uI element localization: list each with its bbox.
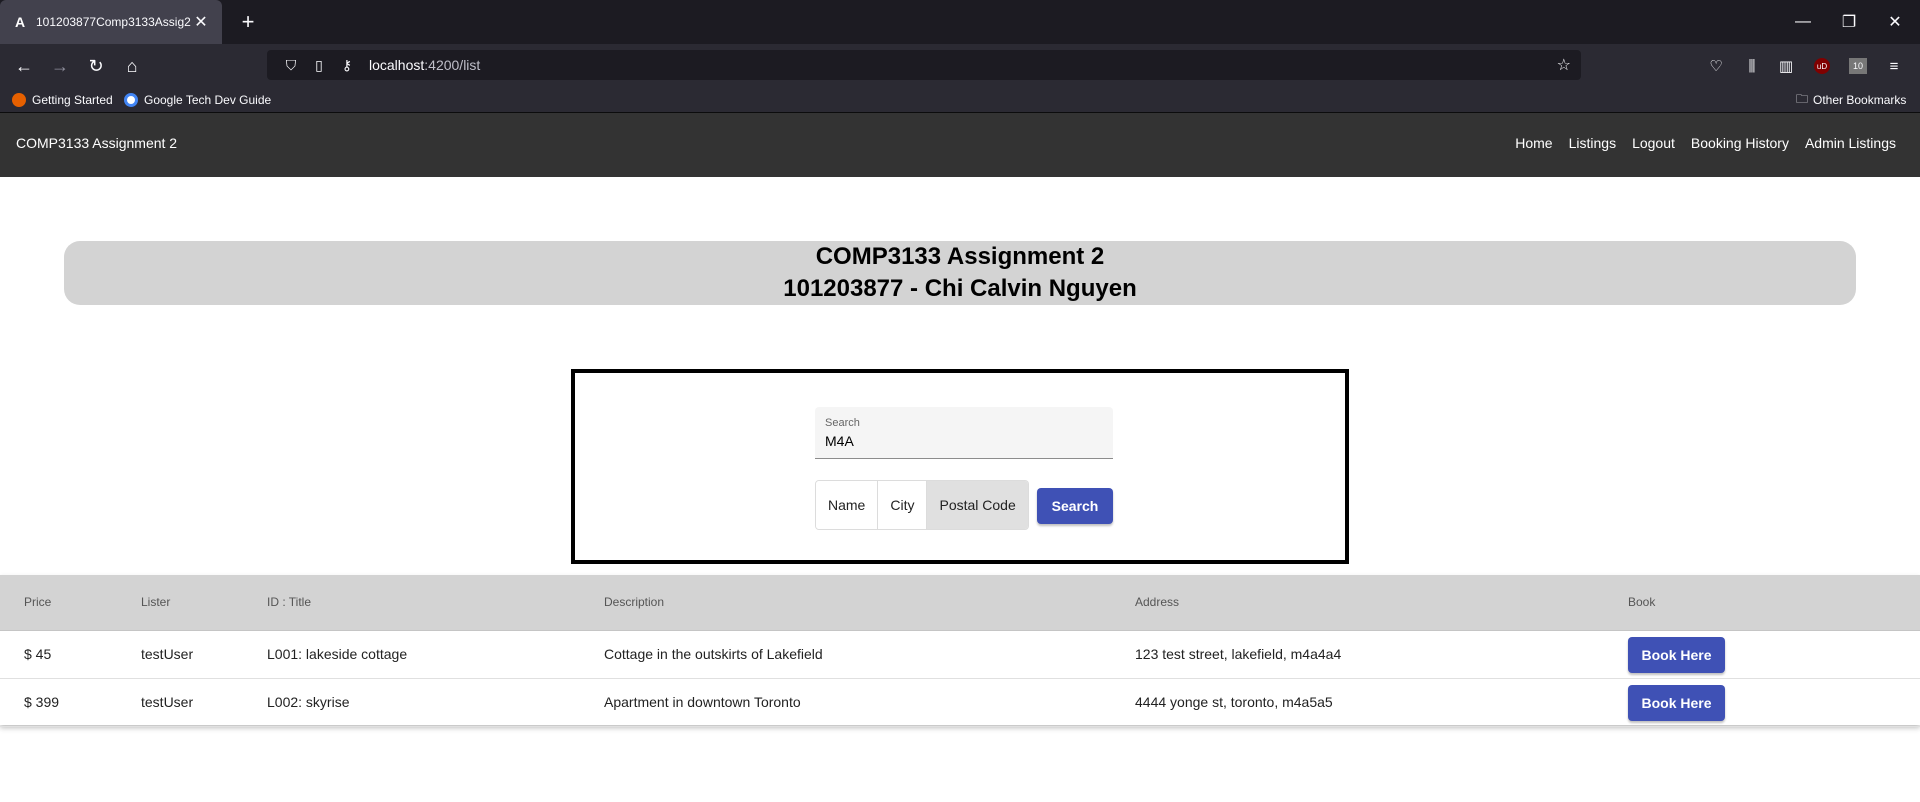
other-bookmarks[interactable]: 🗀 Other Bookmarks (1796, 91, 1906, 109)
toggle-name[interactable]: Name (816, 481, 879, 529)
cell-description: Apartment in downtown Toronto (604, 694, 801, 710)
nav-link-listings[interactable]: Listings (1569, 135, 1616, 151)
table-header: Price Lister ID : Title Description Addr… (0, 575, 1920, 631)
google-icon (124, 93, 138, 107)
brand-title[interactable]: COMP3133 Assignment 2 (16, 135, 177, 151)
nav-link-home[interactable]: Home (1515, 135, 1552, 151)
nav-link-logout[interactable]: Logout (1632, 135, 1675, 151)
browser-tabstrip: A 101203877Comp3133Assig2 ✕ + — ❐ ✕ (0, 0, 1920, 44)
table-row: $ 399 testUser L002: skyrise Apartment i… (0, 679, 1920, 727)
cell-title: L002: skyrise (267, 694, 350, 710)
url-bar[interactable]: ⛉ ▯ ⚷ localhost:4200/list ☆ (267, 50, 1581, 80)
url-text[interactable]: localhost:4200/list (369, 57, 480, 73)
cell-description: Cottage in the outskirts of Lakefield (604, 646, 823, 662)
close-icon[interactable]: ✕ (192, 12, 210, 32)
home-icon[interactable]: ⌂ (118, 52, 146, 80)
header-book: Book (1628, 595, 1656, 609)
toggle-postal-code[interactable]: Postal Code (927, 481, 1028, 529)
search-field[interactable]: Search (815, 407, 1113, 459)
book-here-button[interactable]: Book Here (1628, 637, 1725, 673)
search-label: Search (825, 417, 860, 429)
extension-badge-icon[interactable]: 10 (1844, 52, 1872, 80)
cell-title: L001: lakeside cottage (267, 646, 408, 662)
search-panel: Search Name City Postal Code Search (571, 369, 1349, 564)
key-icon[interactable]: ⚷ (335, 57, 359, 74)
forward-icon[interactable]: → (46, 52, 74, 80)
banner-title: COMP3133 Assignment 2 (815, 243, 1105, 270)
search-type-toggle: Name City Postal Code (815, 480, 1029, 530)
sidebar-icon[interactable]: ▥ (1772, 52, 1800, 80)
url-host: localhost (369, 57, 425, 73)
toggle-city[interactable]: City (878, 481, 928, 529)
cell-price: $ 399 (24, 694, 60, 710)
search-button[interactable]: Search (1037, 488, 1113, 524)
pocket-icon[interactable]: ♡ (1702, 52, 1730, 80)
bookmark-google-tech-dev-guide[interactable]: Google Tech Dev Guide (124, 91, 271, 109)
header-banner: COMP3133 Assignment 2 101203877 - Chi Ca… (64, 241, 1856, 305)
tab-title: 101203877Comp3133Assig2 (36, 15, 191, 29)
header-address: Address (1135, 595, 1180, 609)
banner-subtitle: 101203877 - Chi Calvin Nguyen (783, 275, 1137, 302)
listings-table: Price Lister ID : Title Description Addr… (0, 575, 1920, 727)
folder-icon: 🗀 (1796, 91, 1809, 106)
ublock-label: uD (1814, 58, 1830, 74)
other-bookmarks-label: Other Bookmarks (1813, 93, 1907, 107)
header-price: Price (24, 595, 52, 609)
browser-toolbar: ← → ↻ ⌂ ⛉ ▯ ⚷ localhost:4200/list ☆ ♡ ⫼ … (0, 44, 1920, 86)
bookmarks-toolbar: Getting Started Google Tech Dev Guide 🗀 … (0, 86, 1920, 113)
table-row: $ 45 testUser L001: lakeside cottage Cot… (0, 631, 1920, 679)
book-here-button[interactable]: Book Here (1628, 685, 1725, 721)
cell-address: 123 test street, lakefield, m4a4a4 (1135, 646, 1342, 662)
bookmark-label: Getting Started (32, 93, 113, 107)
firefox-icon (12, 93, 26, 107)
minimize-button[interactable]: — (1780, 0, 1826, 44)
header-id-title: ID : Title (267, 595, 312, 609)
nav-link-admin-listings[interactable]: Admin Listings (1805, 135, 1896, 151)
header-lister: Lister (141, 595, 171, 609)
menu-icon[interactable]: ≡ (1880, 52, 1908, 80)
header-description: Description (604, 595, 665, 609)
angular-icon: A (14, 14, 26, 30)
library-icon[interactable]: ⫼ (1738, 52, 1766, 80)
bookmark-label: Google Tech Dev Guide (144, 93, 272, 107)
browser-tab-active[interactable]: A 101203877Comp3133Assig2 ✕ (0, 0, 222, 44)
cell-lister: testUser (141, 646, 194, 662)
restore-button[interactable]: ❐ (1826, 0, 1872, 44)
extension-badge-label: 10 (1849, 58, 1867, 74)
bookmark-getting-started[interactable]: Getting Started (12, 91, 113, 109)
shield-icon[interactable]: ⛉ (279, 57, 303, 74)
cell-address: 4444 yonge st, toronto, m4a5a5 (1135, 694, 1333, 710)
nav-link-booking-history[interactable]: Booking History (1691, 135, 1789, 151)
back-icon[interactable]: ← (10, 52, 38, 80)
url-path: :4200/list (424, 57, 481, 73)
app-navbar: COMP3133 Assignment 2 Home Listings Logo… (0, 113, 1920, 177)
search-input[interactable] (825, 431, 1095, 451)
page-icon[interactable]: ▯ (307, 57, 331, 74)
cell-price: $ 45 (24, 646, 52, 662)
close-window-button[interactable]: ✕ (1872, 0, 1918, 44)
nav-links: Home Listings Logout Booking History Adm… (1499, 135, 1896, 151)
ublock-icon[interactable]: uD (1808, 52, 1836, 80)
cell-lister: testUser (141, 694, 194, 710)
bookmark-star-icon[interactable]: ☆ (1557, 55, 1571, 75)
new-tab-button[interactable]: + (236, 10, 260, 34)
reload-icon[interactable]: ↻ (82, 52, 110, 80)
